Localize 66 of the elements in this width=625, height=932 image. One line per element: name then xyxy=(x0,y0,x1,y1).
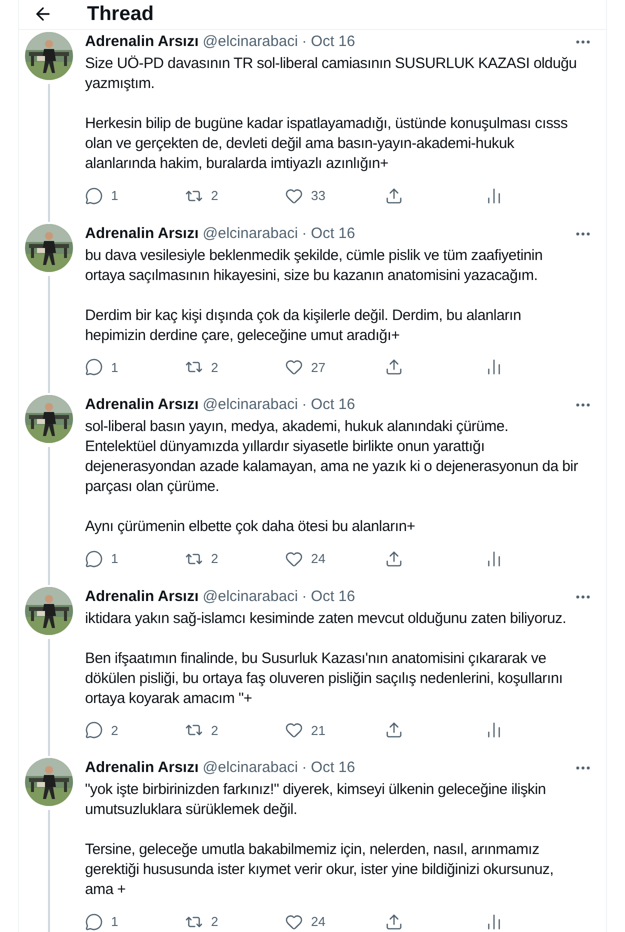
analytics-icon[interactable] xyxy=(485,550,503,568)
separator: · xyxy=(302,395,307,415)
retweet-count: 2 xyxy=(211,722,218,740)
reply-count: 1 xyxy=(111,550,118,568)
author-name[interactable]: Adrenalin Arsızı xyxy=(85,32,199,52)
author-name[interactable]: Adrenalin Arsızı xyxy=(85,758,199,778)
share-icon[interactable] xyxy=(385,721,403,740)
author-name[interactable]: Adrenalin Arsızı xyxy=(85,586,199,606)
separator: · xyxy=(302,32,307,52)
share-icon[interactable] xyxy=(385,186,403,205)
reply-count: 2 xyxy=(111,722,118,740)
like-count: 33 xyxy=(311,187,326,205)
tweet-date[interactable]: Oct 16 xyxy=(310,758,356,778)
analytics-icon[interactable] xyxy=(485,721,503,740)
tweet-text: iktidara yakın sağ-islamcı kesiminde zaten mevcut olduğunu zaten biliyoruz. xyxy=(85,608,568,628)
author-handle[interactable]: @elcinarabaci xyxy=(202,224,298,244)
separator: · xyxy=(302,586,307,606)
tweet-date[interactable]: Oct 16 xyxy=(310,224,356,244)
reply-count: 1 xyxy=(111,913,118,931)
retweet-count: 2 xyxy=(211,187,218,205)
reply-icon[interactable] xyxy=(85,912,103,931)
share-icon[interactable] xyxy=(385,358,403,376)
separator: · xyxy=(302,758,307,778)
tweet-text: Tersine, geleceğe umutla bakabilmemiz için, nelerden, nasıl, arınmamız gerektiği hususunda ister kıymet verir okur, ister yine bildiğinizi okursunuz, ama + xyxy=(85,840,554,900)
like-count: 24 xyxy=(311,550,326,568)
reply-count: 1 xyxy=(111,358,118,376)
tweet-date[interactable]: Oct 16 xyxy=(310,395,356,415)
like-icon[interactable] xyxy=(285,550,303,568)
like-count: 21 xyxy=(311,722,326,740)
author-handle[interactable]: @elcinarabaci xyxy=(202,586,298,606)
author-handle[interactable]: @elcinarabaci xyxy=(202,758,298,778)
like-icon[interactable] xyxy=(285,721,303,740)
tweet-text: bu dava vesilesiyle beklenmedik şekilde, cümle pislik ve tüm zaafiyetinin ortaya saçılmasının hikayesini, size bu kazanın anatomisini yazacağım. xyxy=(85,246,544,286)
tweet-text: Derdim bir kaç kişi dışında çok da kişilerle değil. Derdim, bu alanların hepimizin derdine çare, geleceğine umut aradığı+ xyxy=(85,306,522,346)
reply-count: 1 xyxy=(111,187,118,205)
separator: · xyxy=(302,224,307,244)
tweet-text: Ben ifşaatımın finalinde, bu Susurluk Kazası'nın anatomisini çıkararak ve dökülen pisliği, bu ortaya faş oluveren pisliğin saçılış nedenlerini, koşullarını ortaya koyarak amacım "+ xyxy=(85,648,564,708)
analytics-icon[interactable] xyxy=(485,186,503,205)
tweet-text: Size UÖ-PD davasının TR sol-liberal camiasının SUSURLUK KAZASI olduğu yazmıştım. xyxy=(85,54,578,94)
retweet-count: 2 xyxy=(211,358,218,376)
author-handle[interactable]: @elcinarabaci xyxy=(202,395,298,415)
share-icon[interactable] xyxy=(385,550,403,568)
page-title: Thread xyxy=(87,2,154,26)
author-name[interactable]: Adrenalin Arsızı xyxy=(85,395,199,415)
like-icon[interactable] xyxy=(285,358,303,376)
author-name[interactable]: Adrenalin Arsızı xyxy=(85,224,199,244)
analytics-icon[interactable] xyxy=(485,358,503,376)
reply-icon[interactable] xyxy=(85,721,103,740)
analytics-icon[interactable] xyxy=(485,912,503,931)
retweet-count: 2 xyxy=(211,913,218,931)
like-icon[interactable] xyxy=(285,912,303,931)
share-icon[interactable] xyxy=(385,912,403,931)
like-count: 24 xyxy=(311,913,326,931)
reply-icon[interactable] xyxy=(85,550,103,568)
tweet-text: "yok işte birbirinizden farkınız!" diyerek, kimseyi ülkenin geleceğine ilişkin umutsuzluklara sürüklemek değil. xyxy=(85,780,547,820)
tweet-text: Aynı çürümenin elbette çok daha ötesi bu alanların+ xyxy=(85,517,416,537)
retweet-count: 2 xyxy=(211,550,218,568)
author-handle[interactable]: @elcinarabaci xyxy=(202,32,298,52)
tweet-text: sol-liberal basın yayın, medya, akademi, hukuk alanındaki çürüme. Entelektüel dünyamızda yıllardır siyasetle birlikte onun yarattığı dejenerasyondan azade kalamayan, ama ne yazık ki o dejenerasyonun da bir parçası olan çürüme. xyxy=(85,417,578,497)
like-count: 27 xyxy=(311,358,326,376)
like-icon[interactable] xyxy=(285,186,303,205)
tweet-text: Herkesin bilip de bugüne kadar ispatlayamadığı, üstünde konuşulması cısss olan ve gerçekten de, devleti değil ama basın-yayın-akademi-hukuk alanlarında hakim, buralarda imtiyazlı azınlığın+ xyxy=(85,114,569,174)
reply-icon[interactable] xyxy=(85,186,103,205)
reply-icon[interactable] xyxy=(85,358,103,376)
tweet-date[interactable]: Oct 16 xyxy=(310,586,356,606)
tweet-date[interactable]: Oct 16 xyxy=(310,32,356,52)
